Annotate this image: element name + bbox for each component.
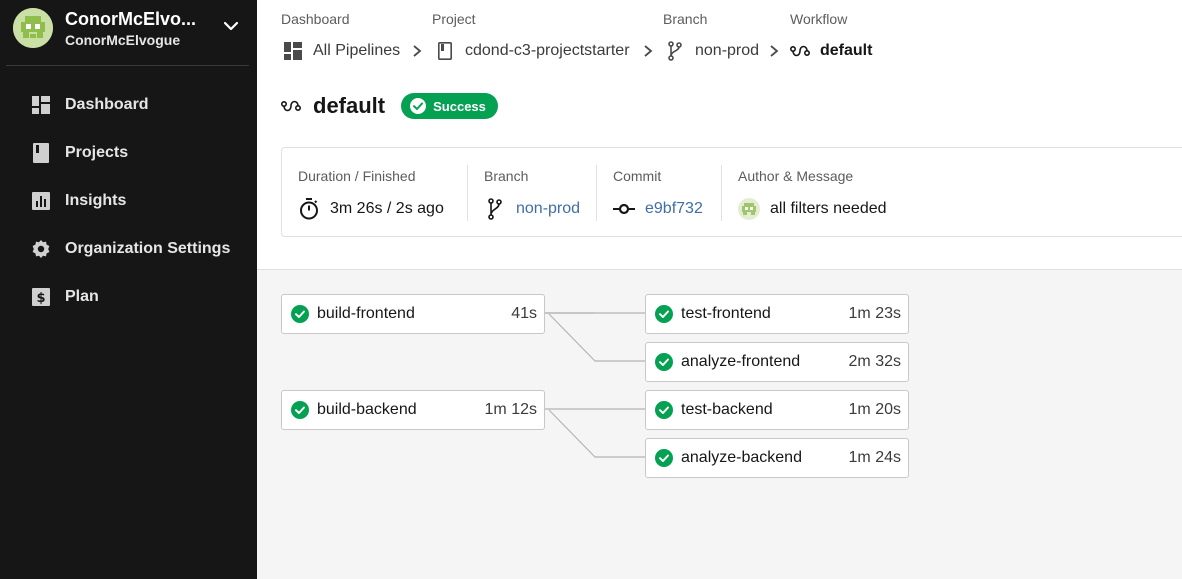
org-switcher[interactable]: ConorMcElvo... ConorMcElvogue (0, 0, 257, 66)
org-username: ConorMcElvogue (65, 32, 181, 48)
commit-link[interactable]: e9bf732 (645, 200, 703, 218)
workflow-graph: build-frontend 41s test-frontend 1m 23s … (257, 271, 1182, 579)
sidebar-item-dashboard[interactable]: Dashboard (0, 85, 257, 125)
gear-icon (31, 239, 51, 259)
breadcrumb-text: All Pipelines (313, 42, 401, 59)
sidebar-item-label: Plan (65, 288, 99, 305)
branch-icon (665, 41, 685, 61)
sidebar-item-plan[interactable]: $ Plan (0, 277, 257, 317)
success-icon (655, 401, 673, 419)
job-duration: 1m 23s (848, 305, 901, 322)
projects-icon (31, 143, 51, 163)
job-analyze-backend[interactable]: analyze-backend 1m 24s (645, 438, 909, 478)
sidebar-item-insights[interactable]: Insights (0, 181, 257, 221)
dollar-icon: $ (31, 287, 51, 307)
job-build-frontend[interactable]: build-frontend 41s (281, 294, 545, 334)
status-badge-label: Success (433, 98, 486, 114)
check-circle-icon (410, 98, 427, 114)
page-title: default (313, 93, 386, 118)
job-build-backend[interactable]: build-backend 1m 12s (281, 390, 545, 430)
summary-divider (721, 165, 722, 221)
org-name: ConorMcElvo... (65, 9, 197, 29)
breadcrumb-project-label: Project (432, 11, 476, 27)
workflow-summary: Duration / Finished 3m 26s / 2s ago Bran… (281, 147, 1182, 237)
duration-text: 3m 26s / 2s ago (330, 200, 444, 217)
org-avatar (13, 8, 53, 48)
sidebar-item-label: Projects (65, 144, 129, 161)
job-duration: 2m 32s (848, 353, 901, 370)
job-name: test-backend (681, 401, 773, 418)
stopwatch-icon (298, 198, 320, 220)
sidebar-item-organization-settings[interactable]: Organization Settings (0, 229, 257, 269)
summary-branch-label: Branch (484, 168, 529, 184)
avatar (738, 198, 760, 220)
job-analyze-frontend[interactable]: analyze-frontend 2m 32s (645, 342, 909, 382)
chevron-right-icon (770, 45, 779, 57)
dashboard-icon (283, 41, 303, 61)
job-duration: 41s (511, 305, 537, 322)
sidebar-divider (6, 65, 249, 66)
breadcrumb-text: cdond-c3-projectstarter (465, 42, 630, 59)
success-icon (291, 401, 309, 419)
job-name: build-backend (317, 401, 417, 418)
sidebar-item-label: Insights (65, 192, 127, 209)
workflow-header: Dashboard Project Branch Workflow All Pi… (257, 0, 1182, 270)
success-icon (655, 449, 673, 467)
job-name: analyze-frontend (681, 353, 801, 370)
job-name: analyze-backend (681, 449, 802, 466)
breadcrumb-workflow-label: Workflow (790, 11, 848, 27)
svg-text:$: $ (36, 291, 45, 306)
summary-duration-label: Duration / Finished (298, 168, 416, 184)
commit-icon (613, 198, 635, 220)
workflow-icon (790, 41, 810, 61)
job-duration: 1m 12s (484, 401, 537, 418)
dependency-line (548, 409, 645, 458)
job-duration: 1m 20s (848, 401, 901, 418)
job-test-frontend[interactable]: test-frontend 1m 23s (645, 294, 909, 334)
insights-icon (31, 191, 51, 211)
sidebar-item-projects[interactable]: Projects (0, 133, 257, 173)
breadcrumb-all-pipelines[interactable]: All Pipelines (283, 40, 400, 62)
sidebar: ConorMcElvo... ConorMcElvogue Dashboard … (0, 0, 257, 579)
dashboard-icon (31, 95, 51, 115)
breadcrumb-project[interactable]: cdond-c3-projectstarter (435, 40, 630, 62)
job-test-backend[interactable]: test-backend 1m 20s (645, 390, 909, 430)
job-duration: 1m 24s (848, 449, 901, 466)
workflow-title-row: default Success (281, 90, 498, 122)
projects-icon (435, 41, 455, 61)
summary-commit-label: Commit (613, 168, 662, 184)
summary-duration-value: 3m 26s / 2s ago (298, 198, 444, 220)
dependency-line (548, 313, 645, 362)
summary-divider (467, 165, 468, 221)
breadcrumb-workflow[interactable]: default (790, 40, 872, 62)
sidebar-item-label: Dashboard (65, 96, 149, 113)
success-icon (655, 305, 673, 323)
breadcrumb-text: default (820, 42, 873, 59)
summary-commit-value[interactable]: e9bf732 (613, 198, 703, 220)
branch-link[interactable]: non-prod (516, 200, 580, 218)
breadcrumb-branch[interactable]: non-prod (665, 40, 759, 62)
breadcrumb-dashboard-label: Dashboard (281, 11, 350, 27)
branch-icon (484, 198, 506, 220)
breadcrumb-text: non-prod (695, 42, 760, 59)
status-badge: Success (401, 93, 498, 119)
workflow-icon (281, 95, 303, 117)
success-icon (655, 353, 673, 371)
summary-branch-value[interactable]: non-prod (484, 198, 580, 220)
chevron-down-icon[interactable] (222, 17, 240, 35)
summary-author-label: Author & Message (738, 168, 854, 184)
summary-divider (596, 165, 597, 221)
chevron-right-icon (644, 45, 653, 57)
chevron-right-icon (413, 45, 422, 57)
commit-message: all filters needed (770, 200, 887, 217)
job-name: build-frontend (317, 305, 415, 322)
success-icon (291, 305, 309, 323)
sidebar-item-label: Organization Settings (65, 240, 231, 257)
job-name: test-frontend (681, 305, 771, 322)
summary-author-value: all filters needed (738, 198, 887, 220)
breadcrumb-branch-label: Branch (663, 11, 708, 27)
